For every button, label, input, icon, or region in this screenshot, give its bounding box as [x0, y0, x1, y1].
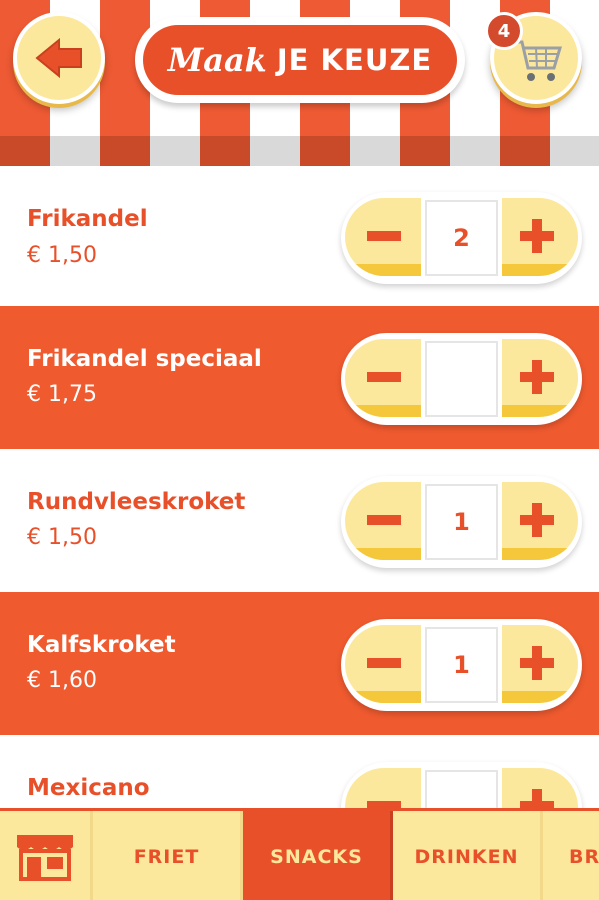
quantity-value[interactable]	[425, 770, 498, 810]
decrement-button[interactable]	[345, 768, 421, 810]
quantity-stepper: 2	[341, 192, 582, 284]
product-name: Mexicano	[27, 775, 150, 801]
decrement-button[interactable]	[345, 198, 421, 276]
increment-button[interactable]	[502, 482, 578, 560]
product-row-rundvleeskroket: Rundvleeskroket € 1,50 1	[0, 449, 599, 592]
increment-button[interactable]	[502, 625, 578, 703]
minus-icon	[367, 231, 401, 241]
decrement-button[interactable]	[345, 625, 421, 703]
tab-friet[interactable]: FRIET	[93, 811, 243, 900]
tab-br[interactable]: BR	[543, 811, 599, 900]
product-row-kalfskroket: Kalfskroket € 1,60 1	[0, 592, 599, 735]
quantity-stepper: 1	[341, 476, 582, 568]
increment-button[interactable]	[502, 198, 578, 276]
quantity-value[interactable]: 1	[425, 484, 498, 560]
back-button[interactable]	[13, 12, 105, 104]
quantity-value[interactable]: 1	[425, 627, 498, 703]
decrement-button[interactable]	[345, 339, 421, 417]
product-price: € 1,50	[27, 525, 97, 550]
quantity-value[interactable]: 2	[425, 200, 498, 276]
quantity-stepper	[341, 762, 582, 810]
product-price: € 1,50	[27, 243, 97, 268]
title-script-text: Maak	[167, 41, 267, 79]
minus-icon	[367, 658, 401, 668]
title-caps-text: JE KEUZE	[276, 43, 433, 77]
tab-drinken[interactable]: DRINKEN	[393, 811, 543, 900]
product-row-frikandel-speciaal: Frikandel speciaal € 1,75	[0, 306, 599, 449]
increment-button[interactable]	[502, 768, 578, 810]
minus-icon	[367, 372, 401, 382]
tab-shop[interactable]	[0, 811, 93, 900]
product-price: € 1,60	[27, 668, 97, 693]
arrow-left-icon	[35, 38, 82, 78]
product-list: Frikandel € 1,50 2 Frikandel speciaal € …	[0, 166, 599, 810]
product-name: Frikandel	[27, 206, 148, 232]
tab-snacks[interactable]: SNACKS	[243, 811, 393, 900]
product-price: € 1,75	[27, 382, 97, 407]
minus-icon	[367, 801, 401, 810]
header-awning: Maak JE KEUZE 4	[0, 0, 599, 166]
page-title: Maak JE KEUZE	[135, 17, 465, 103]
quantity-stepper	[341, 333, 582, 425]
category-tab-bar: FRIET SNACKS DRINKEN BR	[0, 808, 599, 900]
product-row-mexicano: Mexicano	[0, 735, 599, 810]
minus-icon	[367, 515, 401, 525]
increment-button[interactable]	[502, 339, 578, 417]
cart-count-badge: 4	[485, 12, 523, 50]
product-name: Kalfskroket	[27, 632, 176, 658]
product-name: Rundvleeskroket	[27, 489, 246, 515]
decrement-button[interactable]	[345, 482, 421, 560]
quantity-stepper: 1	[341, 619, 582, 711]
quantity-value[interactable]	[425, 341, 498, 417]
shop-icon	[17, 835, 73, 881]
product-name: Frikandel speciaal	[27, 346, 262, 372]
product-row-frikandel: Frikandel € 1,50 2	[0, 166, 599, 306]
